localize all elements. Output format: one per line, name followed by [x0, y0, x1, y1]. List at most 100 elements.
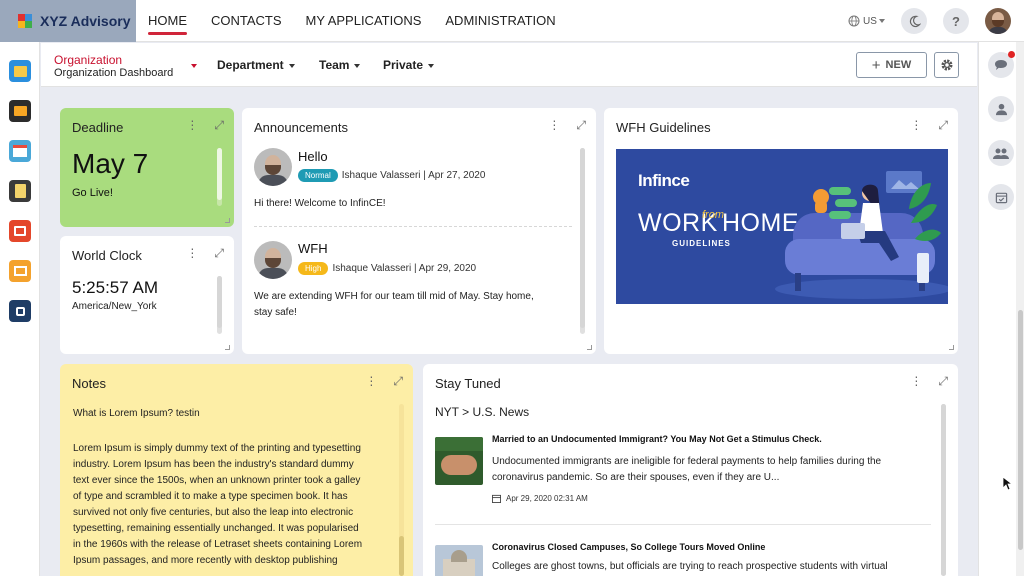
stay-tuned-widget: Stay Tuned ⋮ ⤢ NYT > U.S. News Married to…: [423, 364, 958, 576]
author-avatar: [254, 241, 292, 279]
chevron-down-icon: [878, 19, 885, 23]
team-filter[interactable]: Team: [319, 58, 361, 72]
calendar-icon: [492, 494, 501, 503]
world-clock-widget: World Clock ⋮ ⤢ 5:25:57 AM America/New_Yo…: [60, 236, 234, 354]
more-options-icon[interactable]: ⋮: [548, 118, 560, 133]
page-scrollbar-thumb[interactable]: [1018, 310, 1023, 550]
more-options-icon[interactable]: ⋮: [186, 246, 198, 261]
calendar-app-icon[interactable]: [9, 140, 31, 162]
private-filter[interactable]: Private: [383, 58, 435, 72]
nav-my-applications[interactable]: MY APPLICATIONS: [294, 0, 434, 42]
news-thumbnail[interactable]: [435, 437, 483, 485]
world-clock-title: World Clock: [72, 248, 142, 263]
resize-handle[interactable]: [587, 345, 592, 350]
presentation-app-icon[interactable]: [9, 220, 31, 242]
priority-badge: Normal: [298, 169, 338, 182]
chevron-down-icon: [354, 63, 361, 68]
user-avatar[interactable]: [985, 8, 1011, 34]
news-summary: Undocumented immigrants are ineligible f…: [492, 454, 881, 486]
nav-home[interactable]: HOME: [136, 0, 199, 42]
organization-label[interactable]: Organization: [54, 54, 122, 67]
clock-timezone: America/New_York: [72, 301, 157, 312]
news-headline[interactable]: Married to an Undocumented Immigrant? Yo…: [492, 434, 822, 444]
author-date: Ishaque Valasseri | Apr 29, 2020: [332, 263, 477, 275]
settings-button[interactable]: [934, 52, 959, 78]
department-filter[interactable]: Department: [217, 58, 295, 72]
deadline-title: Deadline: [72, 120, 124, 135]
tasks-app-icon[interactable]: [9, 260, 31, 282]
people-icon: [993, 148, 1009, 159]
team-button[interactable]: [988, 140, 1014, 166]
clock-scrollbar[interactable]: [217, 276, 222, 334]
language-selector[interactable]: US: [848, 0, 885, 42]
brand-mark-icon: [18, 14, 34, 28]
notes-line: text ever since the 1500s, when an unkno…: [73, 475, 361, 486]
news-scrollbar[interactable]: [941, 404, 946, 576]
banner-brand: Infince: [638, 171, 690, 190]
organization-dashboard-value[interactable]: Organization Dashboard: [54, 67, 173, 80]
nav-administration[interactable]: ADMINISTRATION: [433, 0, 567, 42]
new-button[interactable]: + NEW: [856, 52, 927, 78]
deadline-widget: Deadline ⋮ ⤢ May 7 Go Live!: [60, 108, 234, 227]
notes-first-line[interactable]: What is Lorem Ipsum? testin: [73, 408, 200, 419]
resize-handle[interactable]: [225, 218, 230, 223]
deadline-note: Go Live!: [72, 187, 113, 199]
author-date: Ishaque Valasseri | Apr 27, 2020: [341, 170, 486, 182]
wfh-banner-image[interactable]: Infince WORK from HOME GUIDELINES: [616, 149, 948, 304]
dark-mode-toggle[interactable]: [901, 8, 927, 34]
more-options-icon[interactable]: ⋮: [910, 374, 922, 389]
inbox-app-icon[interactable]: [9, 100, 31, 122]
workflow-app-icon[interactable]: [9, 300, 31, 322]
nav-contacts[interactable]: CONTACTS: [199, 0, 294, 42]
deadline-scrollbar[interactable]: [217, 148, 222, 206]
calendar-button[interactable]: [988, 184, 1014, 210]
chevron-down-icon[interactable]: [191, 64, 197, 68]
news-headline[interactable]: Coronavirus Closed Campuses, So College …: [492, 542, 765, 552]
announcement-heading[interactable]: Hello: [298, 149, 328, 164]
announcement-meta: Normal Ishaque Valasseri | Apr 27, 2020: [298, 169, 485, 182]
announcements-scrollbar[interactable]: [580, 148, 585, 334]
notes-line: in the 1960s with the release of Letrase…: [73, 539, 363, 550]
help-button[interactable]: ?: [943, 8, 969, 34]
brand-logo[interactable]: XYZ Advisory: [0, 0, 136, 42]
announcement-heading[interactable]: WFH: [298, 241, 328, 256]
expand-icon[interactable]: ⤢: [214, 246, 224, 261]
private-label: Private: [383, 58, 424, 72]
news-summary-line: Undocumented immigrants are ineligible f…: [492, 456, 882, 467]
expand-icon[interactable]: ⤢: [576, 118, 586, 133]
chevron-down-icon: [288, 63, 295, 68]
resize-handle[interactable]: [949, 345, 954, 350]
folder-app-icon[interactable]: [9, 60, 31, 82]
notes-body[interactable]: Lorem Ipsum is simply dummy text of the …: [73, 441, 362, 569]
globe-icon: [848, 15, 860, 27]
expand-icon[interactable]: ⤢: [393, 374, 403, 389]
new-button-label: NEW: [885, 59, 912, 71]
news-thumbnail[interactable]: [435, 545, 483, 576]
banner-from: from: [702, 209, 724, 221]
more-options-icon[interactable]: ⋮: [910, 118, 922, 133]
profile-button[interactable]: [988, 96, 1014, 122]
resize-handle[interactable]: [225, 345, 230, 350]
expand-icon[interactable]: ⤢: [938, 374, 948, 389]
banner-guidelines: GUIDELINES: [672, 239, 731, 248]
app-launcher-bar: [0, 42, 40, 576]
top-bar: XYZ Advisory HOME CONTACTS MY APPLICATIO…: [0, 0, 1024, 42]
more-options-icon[interactable]: ⋮: [365, 374, 377, 389]
expand-icon[interactable]: ⤢: [938, 118, 948, 133]
brand-name: XYZ Advisory: [40, 13, 131, 29]
more-options-icon[interactable]: ⋮: [186, 118, 198, 133]
news-date-row: Apr 29, 2020 02:31 AM: [492, 494, 588, 503]
divider: [254, 226, 572, 227]
stay-tuned-title: Stay Tuned: [435, 376, 501, 391]
clipboard-app-icon[interactable]: [9, 180, 31, 202]
announcements-widget: Announcements ⋮ ⤢ Hello Normal Ishaque Val…: [242, 108, 596, 354]
news-summary-line: Colleges are ghost towns, but officials …: [492, 561, 888, 572]
announcement-body: Hi there! Welcome to InfinCE!: [254, 198, 386, 209]
announcements-title: Announcements: [254, 120, 348, 135]
moon-icon: [909, 15, 921, 27]
expand-icon[interactable]: ⤢: [214, 118, 224, 133]
deadline-date: May 7: [72, 148, 149, 179]
notes-scrollbar[interactable]: [399, 404, 404, 576]
wfh-title: WFH Guidelines: [616, 120, 711, 135]
chat-button[interactable]: [988, 51, 1015, 78]
